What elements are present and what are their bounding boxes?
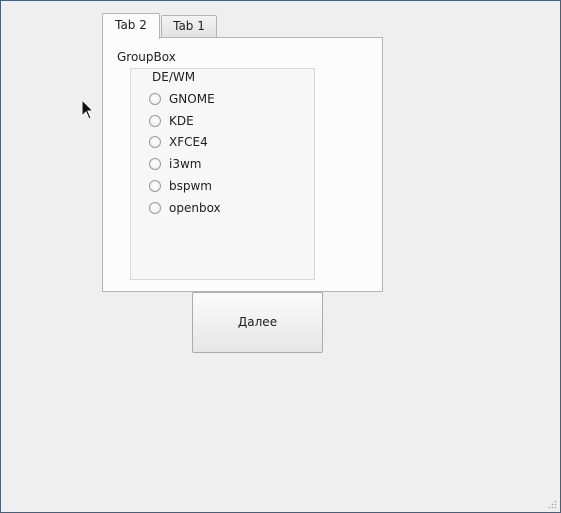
radio-label: KDE [169, 114, 194, 128]
radio-option-kde[interactable]: KDE [149, 112, 194, 130]
de-wm-group: DE/WM GNOME KDE XFCE4 i3wm bspwm openbox [130, 68, 315, 280]
tab-2[interactable]: Tab 2 [102, 13, 160, 39]
radio-label: openbox [169, 201, 221, 215]
mouse-cursor-icon [81, 99, 95, 120]
radio-button[interactable] [149, 93, 161, 105]
radio-option-xfce4[interactable]: XFCE4 [149, 133, 208, 151]
radio-option-openbox[interactable]: openbox [149, 199, 221, 217]
radio-button[interactable] [149, 180, 161, 192]
next-button-label: Далее [237, 315, 278, 329]
radio-option-i3wm[interactable]: i3wm [149, 155, 201, 173]
radio-button[interactable] [149, 202, 161, 214]
radio-label: i3wm [169, 157, 202, 171]
main-window: Tab 2 Tab 1 GroupBox DE/WM GNOME KDE XFC… [0, 0, 561, 513]
radio-button[interactable] [149, 158, 161, 170]
radio-button[interactable] [149, 136, 161, 148]
radio-label: XFCE4 [169, 135, 208, 149]
radio-label: bspwm [169, 179, 212, 193]
radio-option-gnome[interactable]: GNOME [149, 90, 215, 108]
radio-label: GNOME [169, 92, 215, 106]
tab-pane: GroupBox DE/WM GNOME KDE XFCE4 i3wm bspw… [102, 37, 383, 292]
radio-option-bspwm[interactable]: bspwm [149, 177, 212, 195]
resize-grip-icon[interactable] [547, 499, 557, 509]
tab-1[interactable]: Tab 1 [161, 15, 217, 37]
tab-2-label: Tab 2 [115, 18, 147, 32]
next-button[interactable]: Далее [192, 292, 323, 353]
radio-button[interactable] [149, 115, 161, 127]
tab-1-label: Tab 1 [173, 19, 205, 33]
groupbox-title: GroupBox [117, 50, 176, 64]
de-wm-group-title: DE/WM [152, 70, 196, 84]
